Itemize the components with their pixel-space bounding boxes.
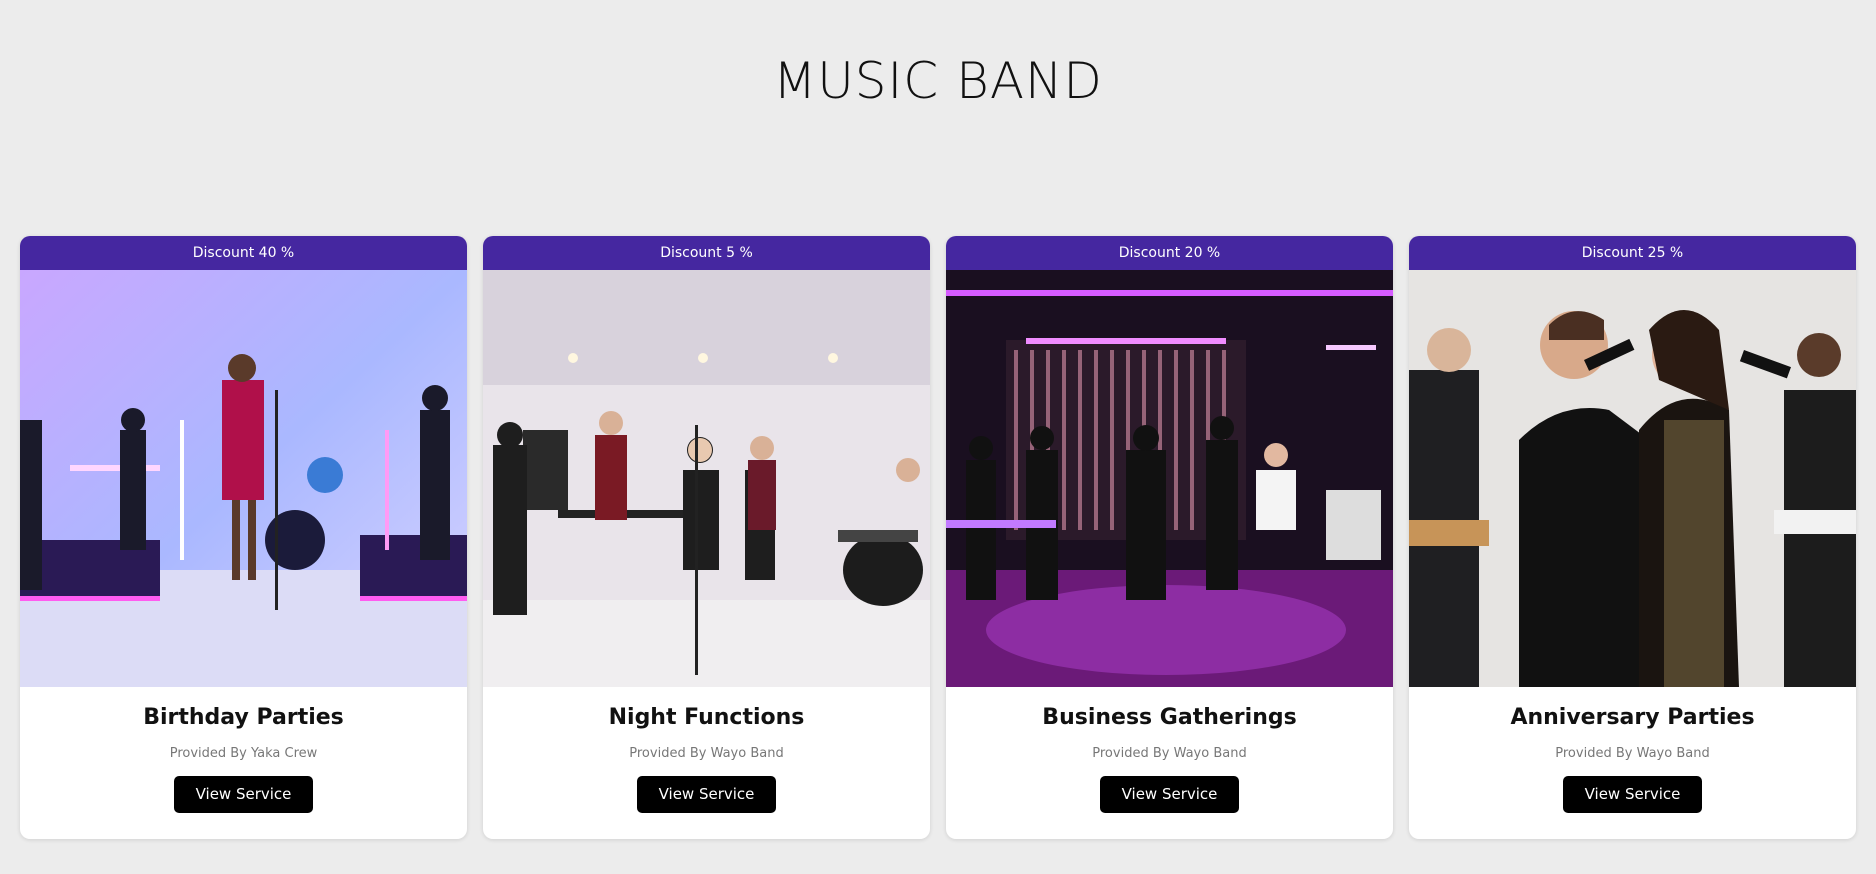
- view-service-button[interactable]: View Service: [637, 776, 776, 813]
- provider-text: Provided By Wayo Band: [1555, 746, 1710, 761]
- card-title: Night Functions: [608, 705, 805, 730]
- view-service-button[interactable]: View Service: [1100, 776, 1239, 813]
- discount-banner: Discount 5 %: [483, 236, 930, 270]
- service-cards: Discount 40 % Birthday Parties Provided …: [20, 236, 1856, 839]
- view-service-button[interactable]: View Service: [1563, 776, 1702, 813]
- service-card: Discount 40 % Birthday Parties Provided …: [20, 236, 467, 839]
- discount-banner: Discount 40 %: [20, 236, 467, 270]
- card-title: Anniversary Parties: [1510, 705, 1755, 730]
- service-photo: [483, 270, 930, 687]
- service-photo: [1409, 270, 1856, 687]
- provider-text: Provided By Wayo Band: [1092, 746, 1247, 761]
- card-title: Birthday Parties: [143, 705, 344, 730]
- page-title: MUSIC BAND: [773, 52, 1103, 110]
- provider-text: Provided By Wayo Band: [629, 746, 784, 761]
- service-card: Discount 25 % Anniversary Parties Provid…: [1409, 236, 1856, 839]
- discount-banner: Discount 20 %: [946, 236, 1393, 270]
- discount-banner: Discount 25 %: [1409, 236, 1856, 270]
- service-card: Discount 5 % Night Functions Provided By…: [483, 236, 930, 839]
- service-card: Discount 20 % Business Gatherings Provid…: [946, 236, 1393, 839]
- card-title: Business Gatherings: [1042, 705, 1297, 730]
- service-photo: [20, 270, 467, 687]
- view-service-button[interactable]: View Service: [174, 776, 313, 813]
- service-photo: [946, 270, 1393, 687]
- provider-text: Provided By Yaka Crew: [169, 746, 318, 761]
